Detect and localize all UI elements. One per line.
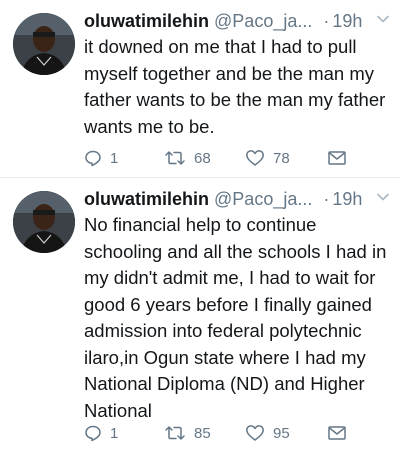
direct-message-button[interactable]	[327, 422, 347, 444]
envelope-icon	[328, 151, 346, 165]
reply-icon	[85, 150, 101, 167]
tweet-text: it downed on me that I had to pull mysel…	[84, 36, 386, 137]
chevron-down-icon[interactable]	[376, 190, 390, 204]
retweet-icon	[165, 151, 185, 165]
avatar[interactable]	[13, 191, 75, 253]
reply-button[interactable]: 1	[84, 147, 118, 169]
like-count: 78	[273, 149, 290, 167]
retweet-button[interactable]: 85	[164, 422, 211, 444]
separator-dot: ·	[323, 189, 330, 209]
envelope-icon	[328, 426, 346, 440]
like-button[interactable]: 95	[245, 422, 290, 444]
tweet-1[interactable]: oluwatimilehin @Paco_ja... · 19h it downe…	[0, 0, 400, 178]
retweet-count: 68	[194, 149, 211, 167]
heart-icon	[246, 150, 264, 166]
retweet-icon	[165, 426, 185, 440]
retweet-button[interactable]: 68	[164, 147, 211, 169]
like-button[interactable]: 78	[245, 147, 290, 169]
tweet-header: oluwatimilehin @Paco_ja... · 19h	[84, 187, 392, 211]
author-handle[interactable]: @Paco_ja...	[214, 189, 312, 209]
retweet-count: 85	[194, 424, 211, 442]
tweet-actions: 1 85 95	[84, 422, 400, 444]
tweet-time[interactable]: 19h	[332, 189, 362, 209]
author-handle[interactable]: @Paco_ja...	[214, 11, 312, 31]
tweet-actions: 1 68 78	[84, 147, 400, 169]
reply-count: 1	[110, 424, 119, 442]
reply-count: 1	[110, 149, 119, 167]
tweet-header: oluwatimilehin @Paco_ja... · 19h	[84, 9, 392, 33]
tweet-2[interactable]: oluwatimilehin @Paco_ja... · 19h No finan…	[0, 178, 400, 453]
author-name[interactable]: oluwatimilehin	[84, 189, 209, 209]
like-count: 95	[273, 424, 290, 442]
tweet-time[interactable]: 19h	[332, 11, 362, 31]
author-name[interactable]: oluwatimilehin	[84, 11, 209, 31]
avatar[interactable]	[13, 13, 75, 75]
reply-button[interactable]: 1	[84, 422, 118, 444]
heart-icon	[246, 425, 264, 441]
tweet-text: No financial help to continue schooling …	[84, 214, 387, 421]
reply-icon	[85, 425, 101, 442]
direct-message-button[interactable]	[327, 147, 347, 169]
chevron-down-icon[interactable]	[376, 12, 390, 26]
separator-dot: ·	[323, 11, 330, 31]
